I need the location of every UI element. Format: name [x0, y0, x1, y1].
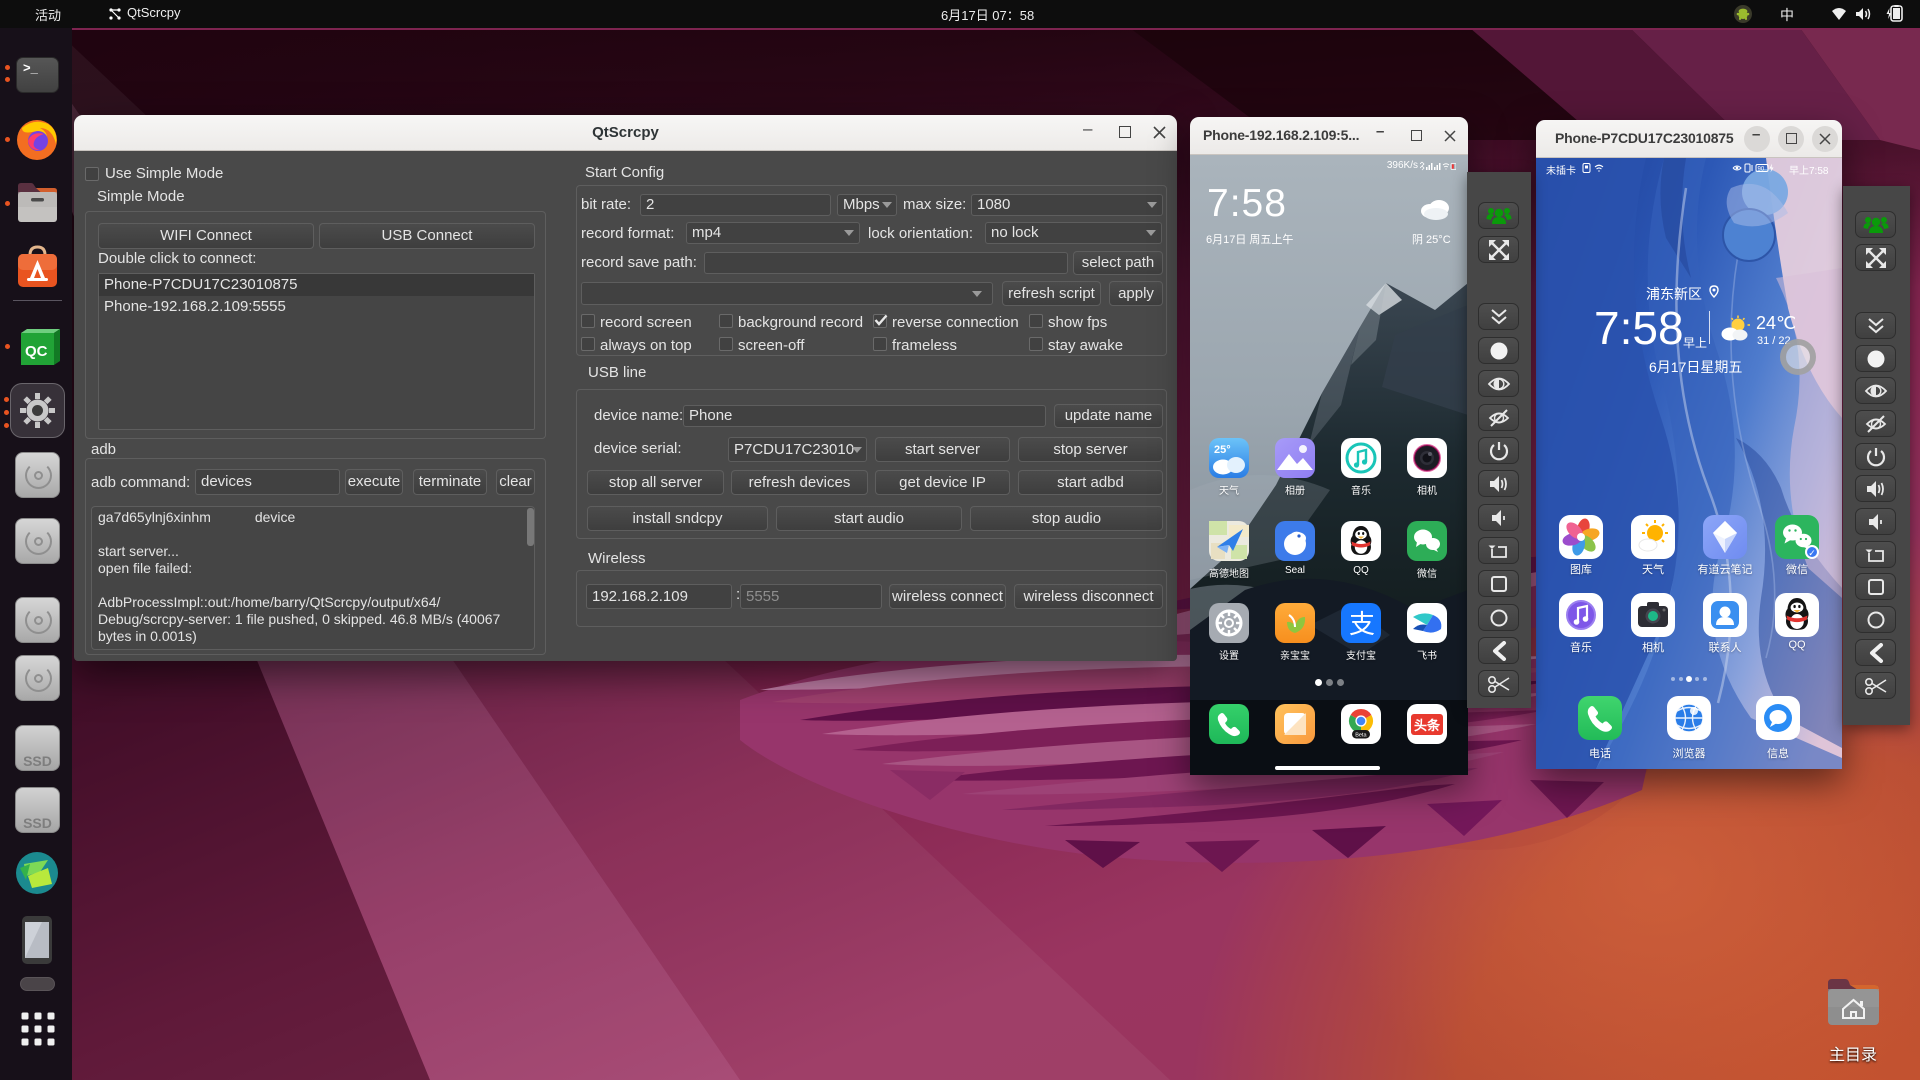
svg-text:QC: QC	[25, 343, 48, 360]
svg-text:Beta: Beta	[1355, 733, 1367, 739]
svg-text:25°: 25°	[1214, 444, 1231, 456]
svg-text:90: 90	[1758, 167, 1765, 173]
svg-text:支: 支	[1349, 609, 1375, 639]
